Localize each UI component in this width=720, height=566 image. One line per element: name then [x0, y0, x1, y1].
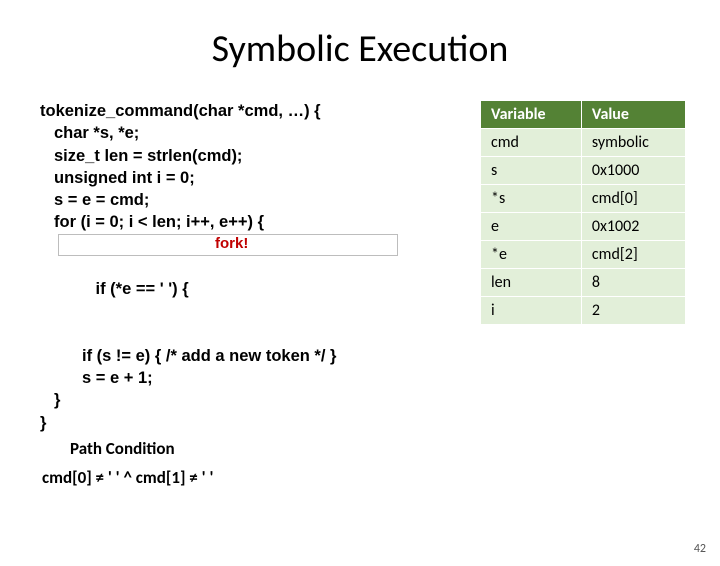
cell-var: i: [481, 297, 582, 325]
cell-var: s: [481, 157, 582, 185]
code-line: if (s != e) { /* add a new token */ }: [40, 345, 456, 367]
table-row: len 8: [481, 269, 686, 297]
state-table-col: Variable Value cmd symbolic s 0x1000 *s …: [480, 100, 686, 490]
code-line: }: [40, 389, 456, 411]
table-header-variable: Variable: [481, 101, 582, 129]
table-row: e 0x1002: [481, 213, 686, 241]
cell-val: cmd[0]: [581, 185, 685, 213]
table-row: s 0x1000: [481, 157, 686, 185]
table-row: i 2: [481, 297, 686, 325]
cell-var: e: [481, 213, 582, 241]
cell-var: *e: [481, 241, 582, 269]
table-row: cmd symbolic: [481, 129, 686, 157]
cell-val: cmd[2]: [581, 241, 685, 269]
cell-var: len: [481, 269, 582, 297]
table-row: *e cmd[2]: [481, 241, 686, 269]
code-line: tokenize_command(char *cmd, …) {: [40, 100, 456, 122]
page-number: 42: [694, 542, 706, 556]
code-text: if (*e == ' ') {: [96, 280, 189, 298]
cell-val: symbolic: [581, 129, 685, 157]
table-header-value: Value: [581, 101, 685, 129]
cell-var: *s: [481, 185, 582, 213]
path-condition-text: cmd[0] ≠ ' ' ^ cmd[1] ≠ ' ': [42, 467, 456, 490]
cell-val: 0x1002: [581, 213, 685, 241]
table-row: *s cmd[0]: [481, 185, 686, 213]
cell-val: 2: [581, 297, 685, 325]
code-line: }: [40, 412, 456, 434]
code-line: char *s, *e;: [40, 122, 456, 144]
state-table: Variable Value cmd symbolic s 0x1000 *s …: [480, 100, 686, 325]
path-condition-label: Path Condition: [70, 438, 175, 461]
path-condition-section: Path Condition cmd[0] ≠ ' ' ^ cmd[1] ≠ '…: [40, 438, 456, 490]
code-line: unsigned int i = 0;: [40, 167, 456, 189]
code-line: size_t len = strlen(cmd);: [40, 145, 456, 167]
cell-val: 0x1000: [581, 157, 685, 185]
cell-val: 8: [581, 269, 685, 297]
slide-title: Symbolic Execution: [0, 26, 720, 72]
highlighted-code-line: if (*e == ' ') { fork!: [40, 234, 456, 345]
code-line: for (i = 0; i < len; i++, e++) {: [40, 211, 456, 233]
code-line: s = e + 1;: [40, 367, 456, 389]
code-line: s = e = cmd;: [40, 189, 456, 211]
slide-content: tokenize_command(char *cmd, …) { char *s…: [0, 100, 720, 490]
code-block: tokenize_command(char *cmd, …) { char *s…: [40, 100, 456, 490]
cell-var: cmd: [481, 129, 582, 157]
fork-annotation: fork!: [215, 234, 248, 254]
